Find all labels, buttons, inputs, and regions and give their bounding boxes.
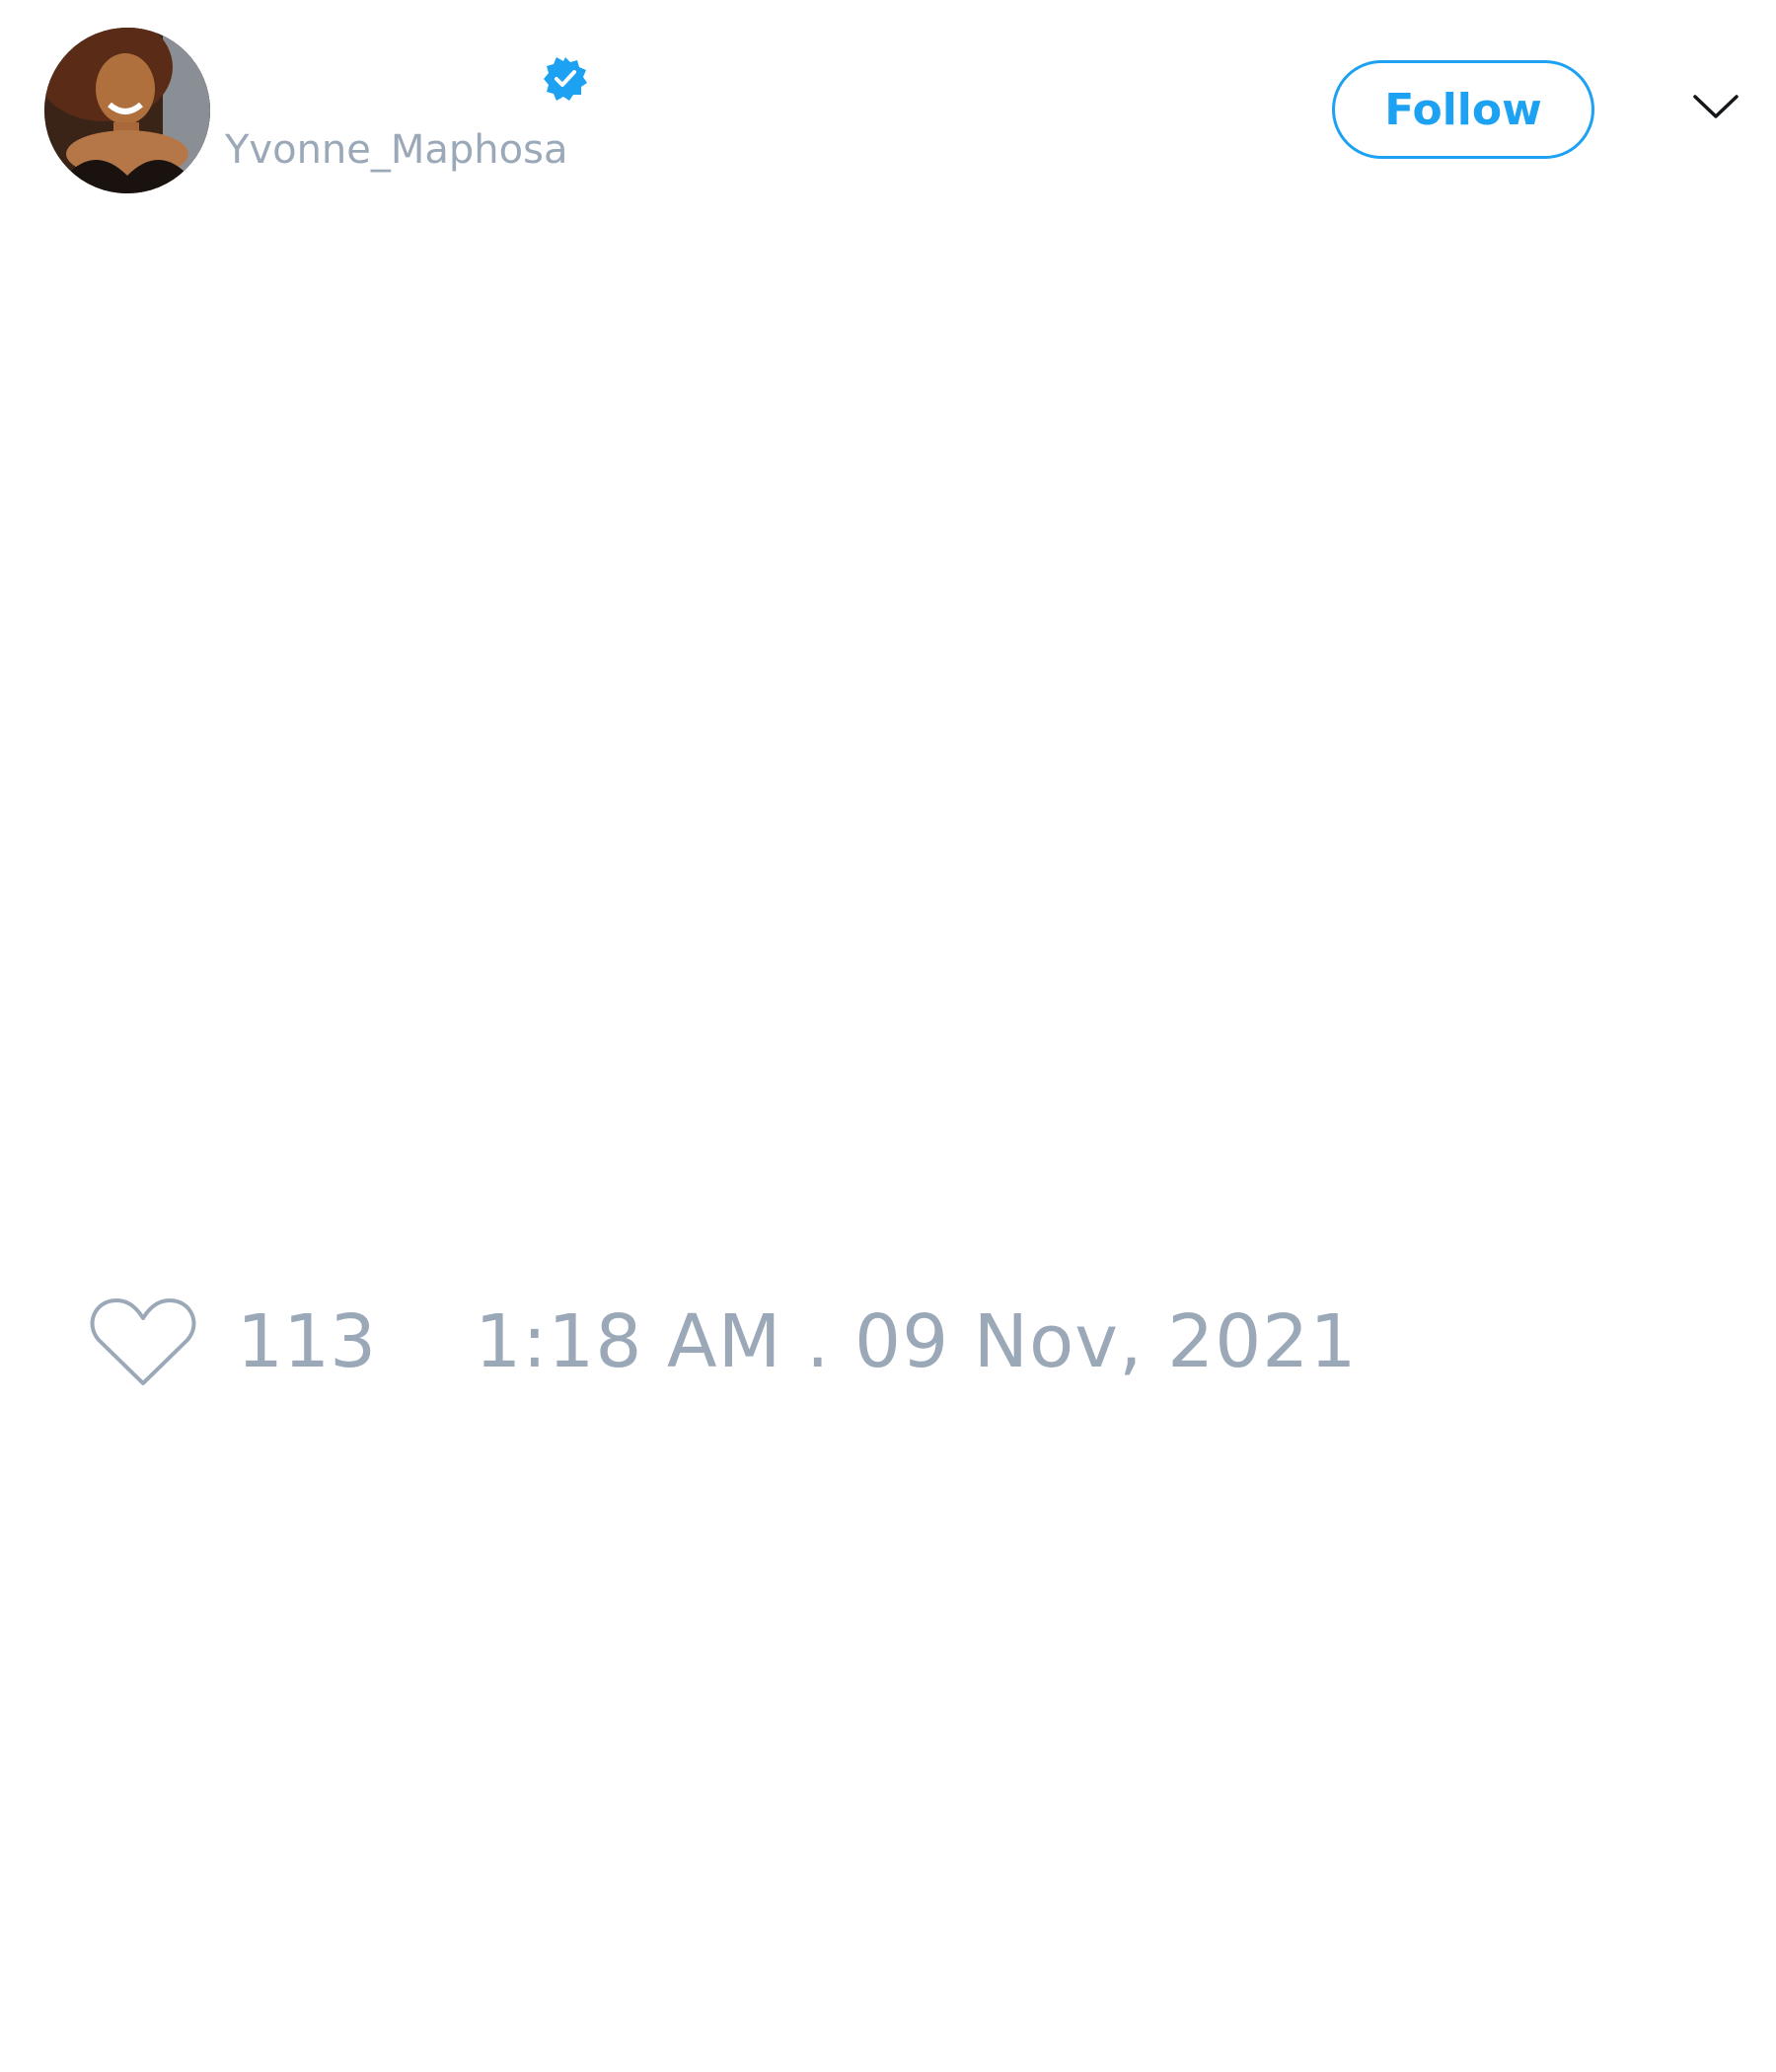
- like-count: 113: [237, 1299, 377, 1384]
- user-handle[interactable]: Yvonne_Maphosa: [225, 126, 567, 174]
- avatar-image: [44, 28, 210, 193]
- tweet-text: [44, 217, 1732, 1263]
- follow-button[interactable]: Follow: [1332, 60, 1594, 159]
- tweet-actions: 113 1:18 AM . 09 Nov, 2021: [89, 1293, 1357, 1391]
- chevron-down-icon[interactable]: [1692, 91, 1739, 122]
- tweet-card: Yvonne_Maphosa Follow 113 1:18 AM . 09 N…: [0, 0, 1776, 2072]
- avatar[interactable]: [44, 28, 210, 193]
- timestamp[interactable]: 1:18 AM . 09 Nov, 2021: [475, 1293, 1357, 1391]
- verified-badge-icon: [542, 55, 589, 103]
- like-button[interactable]: [89, 1293, 197, 1391]
- heart-outline-icon: [90, 1298, 196, 1385]
